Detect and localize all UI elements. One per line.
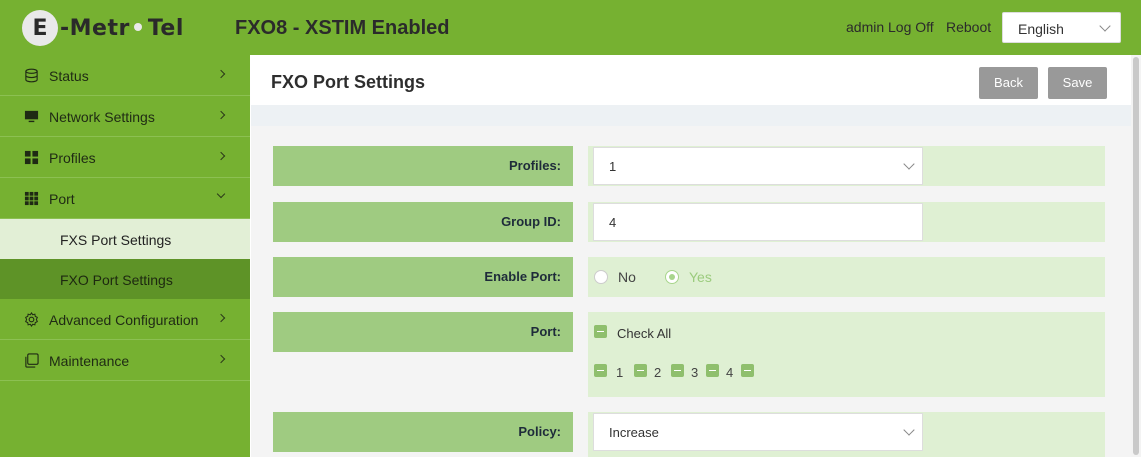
language-value: English (1018, 21, 1064, 37)
logo-e-badge: E (22, 10, 58, 46)
sidebar-item-label: Profiles (49, 150, 96, 166)
profiles-field: 1 (588, 146, 1105, 186)
settings-form: Profiles: 1 Group ID: 4 Enable Port: No … (251, 126, 1131, 457)
chevron-down-icon (216, 189, 226, 199)
apps-icon (24, 191, 39, 206)
vertical-scrollbar[interactable] (1131, 55, 1141, 457)
sidebar-item-maintenance[interactable]: Maintenance (0, 340, 250, 381)
policy-label: Policy: (273, 412, 573, 452)
port-checkbox[interactable] (594, 364, 607, 377)
reboot-link[interactable]: Reboot (946, 19, 991, 35)
port-number: 2 (654, 365, 662, 380)
header-separator (251, 105, 1131, 126)
chevron-down-icon (903, 424, 915, 436)
port-number: 3 (691, 365, 699, 380)
enable-port-field: No Yes (588, 257, 1105, 297)
chevron-right-icon (216, 151, 226, 161)
profiles-label: Profiles: (273, 146, 573, 186)
group-id-input[interactable]: 4 (593, 203, 923, 241)
chevron-right-icon (216, 69, 226, 79)
sidebar-item-label: Port (49, 191, 75, 207)
chevron-down-icon (903, 158, 915, 170)
scrollbar-thumb[interactable] (1133, 57, 1139, 455)
enable-port-yes-radio[interactable] (665, 270, 679, 284)
page-title: FXO Port Settings (271, 72, 426, 92)
enable-port-no-radio[interactable] (594, 270, 608, 284)
sidebar-item-profiles[interactable]: Profiles (0, 137, 250, 178)
check-all-checkbox[interactable] (594, 325, 607, 338)
emetrotel-logo: E -Metr Tel (22, 10, 184, 46)
copy-icon (25, 353, 39, 368)
port-label: Port: (273, 312, 573, 352)
back-button[interactable]: Back (979, 67, 1038, 99)
sidebar-item-port[interactable]: Port (0, 178, 250, 219)
port-checkbox[interactable] (706, 364, 719, 377)
sidebar-item-label: Network Settings (49, 109, 155, 125)
logo-dot (133, 22, 142, 31)
port-number: 1 (616, 365, 624, 380)
admin-label: admin (846, 19, 885, 35)
sidebar-subitem-fxo-port-settings[interactable]: FXO Port Settings (0, 259, 250, 299)
sidebar-item-label: Advanced Configuration (49, 312, 199, 328)
logo-text-right: Tel (147, 15, 184, 41)
main-content: FXO Port Settings Back Save Profiles: 1 … (251, 55, 1131, 457)
chevron-right-icon (216, 313, 226, 323)
device-title: FXO8 - XSTIM Enabled (235, 17, 450, 39)
enable-port-no-label: No (618, 269, 636, 285)
sidebar-subitem-fxs-port-settings[interactable]: FXS Port Settings (0, 219, 250, 259)
group-id-field: 4 (588, 202, 1105, 242)
logo-text-left: -Metr (60, 15, 130, 41)
top-header: E -Metr Tel FXO8 - XSTIM Enabled admin L… (0, 0, 1141, 55)
sidebar: Status Network Settings Profiles Port FX… (0, 55, 250, 457)
port-checkbox[interactable] (634, 364, 647, 377)
sidebar-item-label: Status (49, 68, 89, 84)
port-number: 4 (726, 365, 734, 380)
save-button[interactable]: Save (1048, 67, 1107, 99)
sidebar-item-label: Maintenance (49, 353, 130, 369)
port-checkbox[interactable] (741, 364, 754, 377)
chevron-right-icon (216, 110, 226, 120)
sidebar-item-advanced-configuration[interactable]: Advanced Configuration (0, 299, 250, 340)
grid-icon (24, 150, 39, 165)
policy-select[interactable]: Increase (593, 413, 923, 451)
check-all-label: Check All (617, 326, 672, 341)
group-id-label: Group ID: (273, 202, 573, 242)
enable-port-label: Enable Port: (273, 257, 573, 297)
policy-field: Increase (588, 412, 1105, 457)
port-field: Check All 1 2 3 4 (588, 312, 1105, 397)
logoff-link[interactable]: Log Off (888, 19, 934, 35)
chevron-right-icon (216, 354, 226, 364)
sidebar-item-status[interactable]: Status (0, 55, 250, 96)
profiles-value: 1 (609, 159, 617, 174)
database-icon (25, 68, 38, 83)
port-checkbox[interactable] (671, 364, 684, 377)
monitor-icon (24, 110, 39, 123)
sidebar-item-network-settings[interactable]: Network Settings (0, 96, 250, 137)
enable-port-yes-label: Yes (689, 269, 712, 285)
chevron-down-icon (1099, 20, 1111, 32)
profiles-select[interactable]: 1 (593, 147, 923, 185)
language-select[interactable]: English (1002, 12, 1121, 43)
gear-icon (25, 312, 38, 327)
policy-value: Increase (609, 425, 659, 440)
